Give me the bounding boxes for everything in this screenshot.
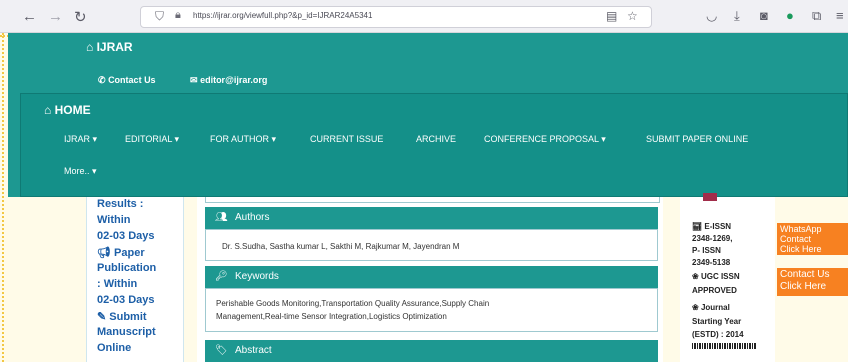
keywords-line: Perishable Goods Monitoring,Transportati… [216,299,490,308]
journal-logo [703,193,717,201]
nav-item-archive[interactable]: ARCHIVE [416,134,456,144]
journal-logo-icon: ❀ [692,303,699,312]
ugc-label: ❀ UGC ISSN [692,272,740,281]
keywords-panel-body: Perishable Goods Monitoring,Transportati… [205,288,658,332]
authors-list: Dr. S.Sudha, Sastha kumar L, Sakthi M, R… [222,242,460,251]
edit-icon: ✎ [97,311,107,323]
sidebar-text[interactable]: Online [97,342,131,354]
sidebar-text[interactable]: 02-03 Days [97,294,155,306]
keywords-line: Management,Real-time Sensor Integration,… [216,312,447,321]
nav-item-for-author[interactable]: FOR AUTHOR ▾ [210,134,276,145]
extensions-puzzle-icon[interactable]: ⧉ [812,8,821,24]
whatsapp-contact-button[interactable]: WhatsApp Contact Click Here [777,223,848,255]
pocket-icon[interactable]: ◡ [706,8,717,24]
email-link[interactable]: ✉ editor@ijrar.org [190,75,267,86]
sidebar-text: Results : [97,198,144,210]
authors-panel-header: 👥︎ Authors [205,207,658,229]
menu-icon[interactable]: ≡ [836,8,844,23]
shield-icon[interactable]: ⛉ [155,9,164,24]
key-icon: 🔑︎ [215,271,228,282]
site-brand[interactable]: ⌂ IJRAR [86,40,133,54]
nav-item-ijrar[interactable]: IJRAR ▾ [64,134,97,145]
sidebar-link-submit-manuscript[interactable]: ✎ Submit [97,310,147,323]
sidebar-link-paper-publication[interactable]: 📢︎ Paper [97,246,145,259]
lock-icon[interactable]: 🔒︎ [175,9,181,22]
sidebar-text[interactable]: Manuscript [97,326,156,338]
phone-icon: ✆ [98,75,106,85]
nav-item-submit-paper[interactable]: SUBMIT PAPER ONLINE [646,134,748,144]
ugc-logo-icon: ❀ [692,272,699,281]
journal-estd: (ESTD) : 2014 [692,330,744,339]
dotted-border [2,33,4,362]
pissn-label: P- ISSN [692,246,721,255]
nav-item-current-issue[interactable]: CURRENT ISSUE [310,134,383,144]
sidebar-text[interactable]: : Within [97,278,137,290]
envelope-icon: ✉ [190,75,198,85]
reload-icon[interactable]: ↻ [74,8,87,26]
pissn-value: 2349-5138 [692,258,731,267]
eissn-value: 2348-1269, [692,234,733,243]
download-icon[interactable]: ⤓ [734,8,740,24]
address-bar[interactable]: ⛉ 🔒︎ https://ijrar.org/viewfull.php?&p_i… [140,6,652,28]
ugc-approved: APPROVED [692,286,737,295]
tag-icon: 🏷︎ [215,345,228,356]
contact-link[interactable]: ✆ Contact Us [98,75,156,86]
browser-toolbar: ← → ↻ ⛉ 🔒︎ https://ijrar.org/viewfull.ph… [0,0,848,33]
keywords-panel-header: 🔑︎ Keywords [205,266,658,288]
abstract-panel-header: 🏷︎ Abstract [205,340,658,362]
eissn-label: 📊︎ E-ISSN [692,222,732,231]
bar-chart-icon: 📊︎ [692,222,703,231]
sidebar-text: 02-03 Days [97,230,155,242]
sidebar-text[interactable]: Publication [97,262,156,274]
home-icon: ⌂ [44,103,52,117]
previous-panel-bottom [205,197,660,203]
home-icon: ⌂ [86,40,94,54]
journal-start-year-label: Starting Year [692,317,742,326]
forward-arrow-icon[interactable]: → [48,8,63,25]
bookmark-star-icon[interactable]: ☆ [627,9,638,23]
extension-icon[interactable]: ◙ [760,8,768,23]
users-icon: 👥︎ [215,212,228,223]
url-text[interactable]: https://ijrar.org/viewfull.php?&p_id=IJR… [193,11,372,20]
reader-view-icon[interactable]: ▤ [606,9,617,23]
contact-us-button[interactable]: Contact Us Click Here [777,268,848,296]
back-arrow-icon[interactable]: ← [22,8,37,25]
grammarly-icon[interactable]: ● [786,8,794,23]
nav-item-conference-proposal[interactable]: CONFERENCE PROPOSAL ▾ [484,134,606,145]
nav-item-more[interactable]: More.. ▾ [64,166,97,177]
journal-start-label: ❀ Journal [692,303,730,312]
sidebar-text: Within [97,214,131,226]
nav-item-editorial[interactable]: EDITORIAL ▾ [125,134,179,145]
main-navigation [20,93,848,197]
authors-panel-body: Dr. S.Sudha, Sastha kumar L, Sakthi M, R… [205,229,658,261]
nav-home[interactable]: ⌂ HOME [44,103,91,117]
megaphone-icon: 📢︎ [97,247,111,259]
barcode-image [692,343,756,349]
